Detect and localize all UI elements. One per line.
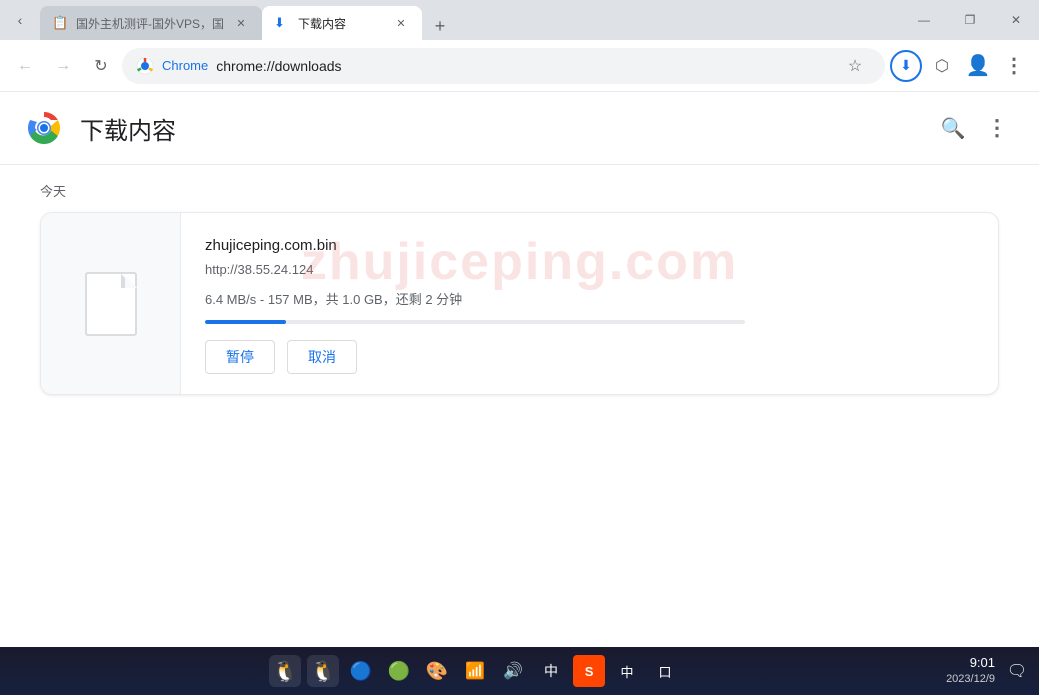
download-item: zhujiceping.com.bin http://38.55.24.124 …: [40, 212, 999, 395]
account-icon: 👤: [966, 53, 991, 78]
download-filename: zhujiceping.com.bin: [205, 237, 974, 254]
pause-button[interactable]: 暂停: [205, 340, 275, 374]
tab-2[interactable]: ⬇ 下载内容 ✕: [262, 6, 422, 40]
extensions-icon: ⬡: [935, 56, 949, 76]
download-indicator: ⬇: [890, 50, 922, 82]
search-button[interactable]: 🔍: [935, 110, 971, 146]
chrome-logo: [24, 108, 64, 148]
tab-1[interactable]: 📋 国外主机测评-国外VPS，国 ✕: [40, 6, 262, 40]
tab-1-close[interactable]: ✕: [232, 14, 250, 32]
back-icon: ←: [17, 57, 33, 75]
extensions-button[interactable]: ⬡: [925, 49, 959, 83]
taskbar-icons: 🐧 🐧 🔵 🟢 🎨 📶 🔊 中 S: [8, 655, 942, 687]
taskbar-bluetooth[interactable]: 🔵: [345, 655, 377, 687]
close-button[interactable]: ✕: [993, 0, 1039, 40]
page-actions: 🔍 ⋮: [935, 110, 1015, 146]
file-icon-fold-inner: [125, 276, 137, 288]
title-bar: ‹ 📋 国外主机测评-国外VPS，国 ✕ ⬇ 下载内容 ✕ + — ❐ ✕: [0, 0, 1039, 40]
reload-icon: ↻: [94, 56, 107, 76]
back-button[interactable]: ←: [8, 49, 42, 83]
file-icon-body: [85, 272, 137, 336]
reload-button[interactable]: ↻: [84, 49, 118, 83]
taskbar-ime-indicator[interactable]: 中: [611, 655, 643, 687]
forward-button[interactable]: →: [46, 49, 80, 83]
taskbar-icon-1[interactable]: 🐧: [269, 655, 301, 687]
taskbar: 🐧 🐧 🔵 🟢 🎨 📶 🔊 中 S: [0, 647, 1039, 695]
taskbar-color[interactable]: 🎨: [421, 655, 453, 687]
forward-icon: →: [55, 57, 71, 75]
taskbar-icon-2[interactable]: 🐧: [307, 655, 339, 687]
minimize-button[interactable]: —: [901, 0, 947, 40]
file-icon: [85, 272, 137, 336]
download-status: 6.4 MB/s - 157 MB，共 1.0 GB，还剩 2 分钟: [205, 289, 974, 308]
penguin-icon-2: 🐧: [311, 659, 336, 684]
bluetooth-icon: 🔵: [350, 661, 372, 682]
tab-1-label: 国外主机测评-国外VPS，国: [76, 15, 224, 32]
tab-2-close[interactable]: ✕: [392, 14, 410, 32]
time-label: 9:01: [946, 654, 995, 672]
page-header: 下载内容 🔍 ⋮: [0, 92, 1039, 165]
nvidia-icon: 🟢: [388, 661, 410, 682]
new-tab-button[interactable]: +: [426, 12, 454, 40]
date-label-taskbar: 2023/12/9: [946, 672, 995, 687]
address-url: chrome://downloads: [216, 58, 831, 74]
ime-indicator-label: 中: [621, 662, 634, 681]
file-icon-fold: [121, 274, 135, 288]
time-block: 9:01 2023/12/9: [946, 654, 995, 688]
nav-right-buttons: ⬇ ⬡ 👤 ⋮: [889, 49, 1031, 83]
maximize-button[interactable]: ❐: [947, 0, 993, 40]
page-title: 下载内容: [80, 111, 919, 146]
address-bar[interactable]: Chrome chrome://downloads ☆: [122, 48, 885, 84]
page-wrap: zhujiceping.com 下载内容 🔍 ⋮: [0, 92, 1039, 411]
progress-bar-fill: [205, 320, 286, 324]
chrome-menu-icon: ⋮: [1004, 53, 1024, 78]
volume-icon: 🔊: [503, 661, 523, 681]
download-url: http://38.55.24.124: [205, 262, 974, 277]
progress-bar-wrap: [205, 320, 745, 324]
page-menu-button[interactable]: ⋮: [979, 110, 1015, 146]
wifi-icon: 📶: [465, 661, 485, 681]
address-brand-label: Chrome: [162, 58, 208, 73]
page-menu-icon: ⋮: [986, 115, 1008, 141]
tab-scroll-back[interactable]: ‹: [0, 0, 40, 40]
taskbar-sogou[interactable]: S: [573, 655, 605, 687]
tab-strip: 📋 国外主机测评-国外VPS，国 ✕ ⬇ 下载内容 ✕ +: [40, 0, 901, 40]
account-button[interactable]: 👤: [961, 49, 995, 83]
download-actions: 暂停 取消: [205, 340, 974, 374]
penguin-icon-1: 🐧: [273, 659, 298, 684]
download-icon-area: [41, 213, 181, 394]
cancel-button[interactable]: 取消: [287, 340, 357, 374]
taskbar-wifi[interactable]: 📶: [459, 655, 491, 687]
fullwidth-icon: 口: [659, 662, 672, 681]
taskbar-nvidia[interactable]: 🟢: [383, 655, 415, 687]
window-controls: — ❐ ✕: [901, 0, 1039, 40]
nav-bar: ← → ↻ Chrome chrome://downloads ☆ ⬇ ⬡ 👤 …: [0, 40, 1039, 92]
tab-2-label: 下载内容: [298, 15, 384, 32]
taskbar-ime-zh[interactable]: 中: [535, 655, 567, 687]
notification-button[interactable]: 🗨: [1003, 657, 1031, 685]
ime-zh-label: 中: [544, 661, 558, 681]
notification-icon: 🗨: [1007, 661, 1027, 681]
taskbar-volume[interactable]: 🔊: [497, 655, 529, 687]
downloads-list: 今天 zhujiceping.com.bin http://38.55.24.1…: [0, 165, 1039, 411]
download-status-button[interactable]: ⬇: [889, 49, 923, 83]
sogou-icon: S: [585, 664, 594, 679]
taskbar-fullwidth[interactable]: 口: [649, 655, 681, 687]
color-icon: 🎨: [426, 661, 448, 682]
search-icon: 🔍: [941, 116, 966, 141]
download-info: zhujiceping.com.bin http://38.55.24.124 …: [181, 213, 998, 394]
bookmark-button[interactable]: ☆: [839, 50, 871, 82]
tab-1-favicon: 📋: [52, 15, 68, 31]
date-label: 今天: [40, 181, 999, 200]
chrome-site-icon: [136, 57, 154, 75]
chrome-menu-button[interactable]: ⋮: [997, 49, 1031, 83]
taskbar-right: 9:01 2023/12/9 🗨: [946, 654, 1031, 688]
tab-2-favicon: ⬇: [274, 15, 290, 31]
